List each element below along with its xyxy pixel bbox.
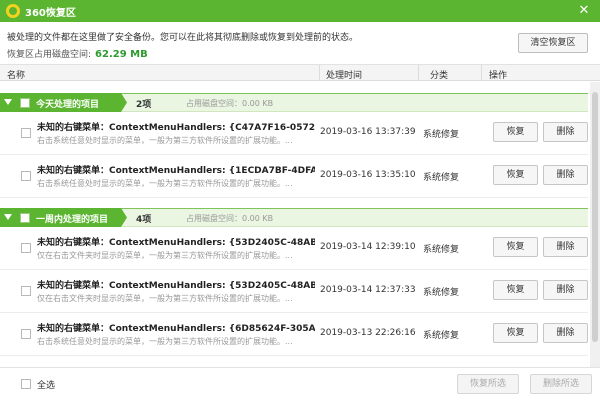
item-time: 2019-03-14 12:37:33	[320, 285, 416, 295]
group-today[interactable]: 今天处理的项目 2项 占用磁盘空间：0.00 KB	[0, 93, 588, 112]
item-category: 系统修复	[423, 173, 460, 183]
row-checkbox[interactable]	[21, 286, 31, 296]
clear-recovery-button[interactable]: 清空恢复区	[518, 33, 588, 53]
table-row: 未知的右键菜单：ContextMenuHandlers: {1ECDA7BF-4…	[0, 156, 588, 198]
select-all-checkbox[interactable]	[21, 379, 31, 389]
row-checkbox[interactable]	[21, 329, 31, 339]
item-time: 2019-03-16 13:37:39	[320, 127, 416, 137]
item-description: 仅在右击文件夹时显示的菜单，一般为第三方软件所设置的扩展功能。...	[37, 294, 293, 303]
group-name: 一周内处理的项目	[36, 215, 109, 225]
group-count: 2项	[136, 100, 152, 110]
table-row: 未知的右键菜单：ContextMenuHandlers: {53D2405C-4…	[0, 228, 588, 270]
item-name: 未知的右键菜单：ContextMenuHandlers: {C47A7F16-0…	[37, 123, 315, 133]
column-time: 处理时间	[326, 71, 363, 81]
table-row: 未知的右键菜单：ContextMenuHandlers: {6D85624F-3…	[0, 314, 588, 356]
group-week[interactable]: 一周内处理的项目 4项 占用磁盘空间：0.00 KB	[0, 208, 588, 227]
delete-button[interactable]: 删除	[543, 165, 588, 185]
disk-usage-value: 62.29 MB	[95, 49, 148, 60]
item-category: 系统修复	[423, 130, 460, 140]
group-size: 占用磁盘空间：0.00 KB	[186, 214, 274, 223]
select-all-label[interactable]: 全选	[37, 378, 55, 391]
group-checkbox[interactable]	[20, 98, 30, 108]
delete-button[interactable]: 删除	[543, 122, 588, 142]
disk-usage-label: 恢复区占用磁盘空间:	[7, 50, 92, 60]
item-description: 仅在右击文件夹时显示的菜单，一般为第三方软件所设置的扩展功能。...	[37, 251, 293, 260]
item-description: 右击系统任意处时显示的菜单，一般为第三方软件所设置的扩展功能。...	[37, 337, 293, 346]
delete-selected-button[interactable]: 删除所选	[530, 374, 592, 394]
disk-usage: 恢复区占用磁盘空间: 62.29 MB	[7, 47, 148, 60]
item-name: 未知的右键菜单：ContextMenuHandlers: {1ECDA7BF-4…	[37, 166, 315, 176]
info-text: 被处理的文件都在这里做了安全备份。您可以在此将其彻底删除或恢复到处理前的状态。	[7, 33, 359, 43]
column-name: 名称	[7, 71, 26, 81]
table-row: 未知的右键菜单：ContextMenuHandlers: {53D2405C-4…	[0, 271, 588, 313]
table-row: 未知的右键菜单：ContextMenuHandlers: {C47A7F16-0…	[0, 113, 588, 155]
item-name: 未知的右键菜单：ContextMenuHandlers: {53D2405C-4…	[37, 281, 315, 291]
recovery-list: 今天处理的项目 2项 占用磁盘空间：0.00 KB 未知的右键菜单：Contex…	[0, 82, 590, 367]
restore-button[interactable]: 恢复	[493, 122, 538, 142]
column-divider	[319, 65, 320, 80]
collapse-arrow-icon[interactable]	[4, 99, 12, 105]
group-count: 4项	[136, 215, 152, 225]
delete-button[interactable]: 删除	[543, 237, 588, 257]
group-size: 占用磁盘空间：0.00 KB	[186, 99, 274, 108]
window-title: 360恢复区	[25, 7, 76, 19]
close-icon[interactable]: ✕	[576, 3, 592, 19]
column-action: 操作	[489, 71, 508, 81]
delete-button[interactable]: 删除	[543, 323, 588, 343]
item-time: 2019-03-14 12:39:10	[320, 242, 416, 252]
scrollbar[interactable]	[590, 82, 600, 367]
row-checkbox[interactable]	[21, 171, 31, 181]
item-name: 未知的右键菜单：ContextMenuHandlers: {53D2405C-4…	[37, 238, 315, 248]
item-category: 系统修复	[423, 288, 460, 298]
row-checkbox[interactable]	[21, 128, 31, 138]
column-divider	[418, 65, 419, 80]
restore-selected-button[interactable]: 恢复所选	[457, 374, 519, 394]
item-description: 右击系统任意处时显示的菜单，一般为第三方软件所设置的扩展功能。...	[37, 136, 293, 145]
app-logo-icon	[6, 4, 20, 18]
restore-button[interactable]: 恢复	[493, 165, 538, 185]
row-checkbox[interactable]	[21, 243, 31, 253]
title-bar: 360恢复区 ✕	[0, 0, 600, 22]
footer-bar: 全选 恢复所选 删除所选	[0, 367, 600, 400]
item-category: 系统修复	[423, 331, 460, 341]
item-time: 2019-03-16 13:35:10	[320, 170, 416, 180]
delete-button[interactable]: 删除	[543, 280, 588, 300]
scrollbar-thumb[interactable]	[592, 92, 598, 342]
table-header: 名称 处理时间 分类 操作	[0, 64, 600, 81]
item-name: 未知的右键菜单：ContextMenuHandlers: {6D85624F-3…	[37, 324, 315, 334]
group-checkbox[interactable]	[20, 213, 30, 223]
item-description: 右击系统任意处时显示的菜单，一般为第三方软件所设置的扩展功能。...	[37, 179, 293, 188]
restore-button[interactable]: 恢复	[493, 323, 538, 343]
column-category: 分类	[430, 71, 449, 81]
item-time: 2019-03-13 22:26:16	[320, 328, 416, 338]
restore-button[interactable]: 恢复	[493, 280, 538, 300]
column-divider	[481, 65, 482, 80]
group-name: 今天处理的项目	[36, 100, 100, 110]
item-category: 系统修复	[423, 245, 460, 255]
collapse-arrow-icon[interactable]	[4, 214, 12, 220]
restore-button[interactable]: 恢复	[493, 237, 538, 257]
